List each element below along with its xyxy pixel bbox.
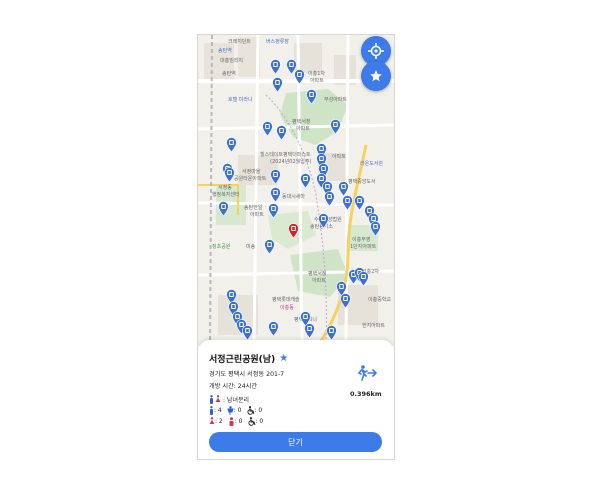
male-toilet-count: : 4 <box>214 407 222 414</box>
toilet-marker[interactable] <box>330 119 341 134</box>
crosshair-icon <box>368 43 384 59</box>
map-label: 라온도서관 <box>360 161 384 167</box>
female-accessible-count: : 0 <box>255 418 264 425</box>
map-label: 크레지던트 <box>228 39 252 45</box>
map-label: 미송 <box>246 244 256 250</box>
toilet-marker[interactable] <box>276 125 287 140</box>
map-label: 행정복지센터 <box>212 192 240 198</box>
toilet-detail-sheet: 서정근린공원(남) ★ 경기도 평택시 서정동 201-7 개방 시간: 24시… <box>198 340 394 459</box>
female-facilities-row: : 2 : 0 : 0 <box>209 417 265 426</box>
map-label: 평택서정 <box>292 119 311 125</box>
gender-row: : 남녀분리 <box>209 395 251 404</box>
map-view[interactable]: 크레지던트 버스정류장 송탄역 대흥빌리지 송탄역 호텔 미라니 이충1차 아파… <box>198 35 394 346</box>
toilet-marker[interactable] <box>270 169 281 184</box>
female-accessible-icon <box>247 417 255 426</box>
detail-title: 서정근린공원(남) <box>209 355 276 365</box>
toilet-marker[interactable] <box>324 191 335 206</box>
map-label: 아파트 <box>296 126 310 132</box>
toilet-marker[interactable] <box>294 69 305 84</box>
map-label: 동대시세마 <box>282 194 306 200</box>
map-label: 이충부영 <box>352 237 371 243</box>
male-icon <box>210 395 213 404</box>
toilet-marker[interactable] <box>272 77 283 92</box>
map-label: 공원타운아파트 <box>234 176 267 182</box>
toilet-marker[interactable] <box>300 173 311 188</box>
toilet-marker[interactable] <box>304 323 315 338</box>
map-label: 서정마을 <box>242 169 261 175</box>
female-icon <box>215 395 221 402</box>
toilet-marker[interactable] <box>358 271 369 286</box>
selected-toilet-marker[interactable] <box>288 223 299 238</box>
male-accessible-icon <box>246 406 254 415</box>
male-urinal-icon <box>227 406 234 415</box>
favorites-button[interactable] <box>361 61 391 91</box>
child-toilet-icon <box>229 417 234 426</box>
map-label: 평택롯데캐슬 <box>272 297 300 303</box>
toilet-marker[interactable] <box>268 321 279 336</box>
male-facilities-row: : 4 : 0 : 0 <box>209 406 264 415</box>
toilet-marker[interactable] <box>340 293 351 308</box>
toilet-marker[interactable] <box>226 137 237 152</box>
map-label: 아파트 <box>312 278 326 284</box>
map-label: 1단지아파트 <box>350 244 377 250</box>
map-label: 이충중학교 <box>368 297 392 303</box>
detail-address: 경기도 평택시 서정동 201-7 <box>209 371 285 378</box>
map-label: 평택중앙도서 <box>348 179 376 185</box>
detail-hours: 개방 시간: 24시간 <box>209 383 258 390</box>
map-label: 힐스테이트평택더퍼스트 <box>260 152 311 158</box>
toilet-marker[interactable] <box>318 213 329 228</box>
toilet-marker[interactable] <box>342 195 353 210</box>
female-toilet-count: : 2 <box>215 418 223 425</box>
map-label: 대흥빌리지 <box>220 58 244 64</box>
map-label: (2024년02월입주) <box>270 159 312 165</box>
female-child-count: : 0 <box>234 418 243 425</box>
map-label: 아파트 <box>332 154 346 160</box>
map-label: 징초공원 <box>212 244 231 250</box>
male-accessible-count: : 0 <box>254 407 263 414</box>
phone-screen: 크레지던트 버스정류장 송탄역 대흥빌리지 송탄역 호텔 미라니 이충1차 아파… <box>197 34 395 460</box>
toilet-marker[interactable] <box>270 187 281 202</box>
map-label: 한지아파트 <box>362 323 386 329</box>
toilet-marker[interactable] <box>264 239 275 254</box>
map-label: 아파트 <box>250 212 264 218</box>
map-label: 버스정류장 <box>266 39 290 45</box>
distance-label: 0.396km <box>350 390 382 398</box>
map-label: 송탄한일 <box>244 205 263 211</box>
map-label: 무성아파트 <box>324 97 348 103</box>
toilet-marker[interactable] <box>218 201 229 216</box>
favorite-star-icon[interactable]: ★ <box>279 353 288 364</box>
toilet-marker[interactable] <box>268 203 279 218</box>
toilet-marker[interactable] <box>242 325 253 340</box>
male-urinal-count: : 0 <box>233 407 242 414</box>
map-label: 이충1차 <box>308 71 325 77</box>
toilet-marker[interactable] <box>262 121 273 136</box>
toilet-marker[interactable] <box>338 181 349 196</box>
close-button[interactable]: 닫기 <box>209 432 382 452</box>
toilet-marker[interactable] <box>370 221 381 236</box>
gender-label: : 남녀분리 <box>223 397 250 404</box>
map-label: 호텔 미라니 <box>228 97 253 103</box>
map-label: 이충동 <box>280 305 294 311</box>
toilet-marker[interactable] <box>306 89 317 104</box>
detail-title-row: 서정근린공원(남) ★ <box>209 352 288 365</box>
star-icon <box>370 70 382 82</box>
toilet-marker[interactable] <box>270 59 281 74</box>
map-label: 아파트 <box>310 78 324 84</box>
map-label: 송탄역 <box>222 71 236 77</box>
toilet-marker[interactable] <box>326 325 337 340</box>
map-label: 송탄역 <box>218 48 232 54</box>
map-label: 평택서정 <box>308 271 327 277</box>
walking-directions-icon[interactable] <box>356 365 378 381</box>
toilet-marker[interactable] <box>224 167 235 182</box>
map-label: 서정동 <box>218 185 232 191</box>
